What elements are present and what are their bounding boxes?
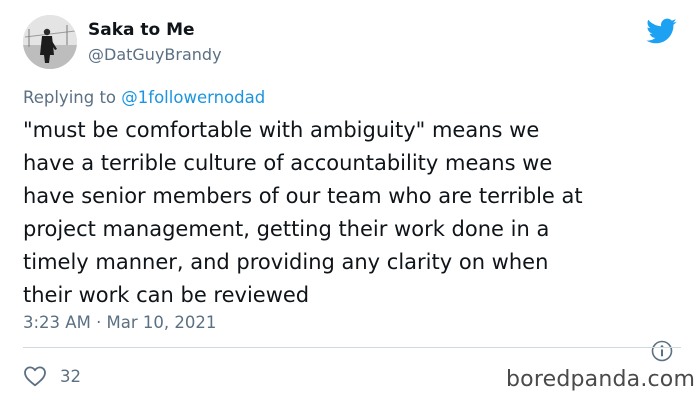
tweet-text-line: have senior members of our team who are … xyxy=(23,184,583,208)
tweet-timestamp[interactable]: 3:23 AM · Mar 10, 2021 xyxy=(23,313,216,332)
tweet-text-line: project management, getting their work d… xyxy=(23,217,550,241)
user-handle[interactable]: @DatGuyBrandy xyxy=(88,45,222,64)
heart-icon[interactable] xyxy=(23,365,47,387)
tweet-text-line: their work can be reviewed xyxy=(23,283,310,307)
tweet-text-line: timely manner, and providing any clarity… xyxy=(23,250,549,274)
watermark: boredpanda.com xyxy=(506,367,696,392)
tweet-text: "must be comfortable with ambiguity" mea… xyxy=(23,114,663,312)
replying-to-label: Replying to xyxy=(23,88,117,107)
reply-target-link[interactable]: @1followernodad xyxy=(121,88,265,107)
replying-to: Replying to @1followernodad xyxy=(23,88,265,107)
info-icon[interactable] xyxy=(651,340,673,362)
tweet-text-line: have a terrible culture of accountabilit… xyxy=(23,151,553,175)
like-count: 32 xyxy=(60,366,81,386)
avatar[interactable] xyxy=(23,15,77,69)
tweet-text-line: "must be comfortable with ambiguity" mea… xyxy=(23,118,540,142)
avatar-photo xyxy=(23,15,77,69)
display-name[interactable]: Saka to Me xyxy=(88,20,195,40)
twitter-bird-icon[interactable] xyxy=(645,17,677,45)
like-action[interactable]: 32 xyxy=(23,364,81,388)
divider xyxy=(23,347,681,348)
